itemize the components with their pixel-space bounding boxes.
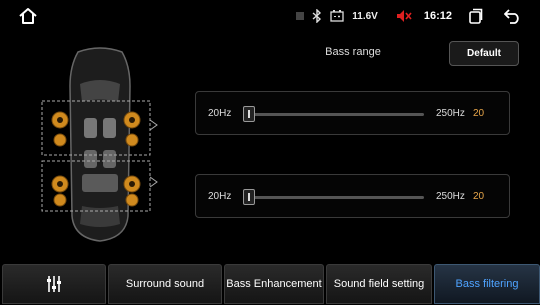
recent-apps-icon[interactable] <box>468 8 484 24</box>
slider-max-label: 250Hz <box>436 108 465 119</box>
default-button[interactable]: Default <box>449 41 519 66</box>
tab-equalizer[interactable] <box>2 264 106 304</box>
home-icon[interactable] <box>18 6 38 26</box>
slider-value: 20 <box>473 108 485 119</box>
slider-value: 20 <box>473 191 485 202</box>
tab-surround-sound[interactable]: Surround sound <box>108 264 222 304</box>
slider-thumb[interactable] <box>243 189 255 205</box>
clock: 16:12 <box>423 10 452 22</box>
signal-icon <box>296 12 305 20</box>
slider-thumb[interactable] <box>243 106 255 122</box>
bass-range-title: Bass range <box>325 46 381 58</box>
slider-min-label: 20Hz <box>208 191 232 202</box>
bass-range-slider-1: 20Hz 250Hz 20 <box>195 91 510 135</box>
tab-bass-enhancement[interactable]: Bass Enhancement <box>224 264 324 304</box>
tab-sound-field-setting[interactable]: Sound field setting <box>326 264 432 304</box>
tab-bass-filtering[interactable]: Bass filtering <box>434 264 540 304</box>
slider-track[interactable] <box>246 113 424 116</box>
status-bar: 11.6V 16:12 <box>0 0 540 32</box>
slider-min-label: 20Hz <box>208 108 232 119</box>
bottom-tab-bar: Surround sound Bass Enhancement Sound fi… <box>0 264 540 305</box>
slider-max-label: 250Hz <box>436 191 465 202</box>
back-icon[interactable] <box>504 8 522 24</box>
equalizer-icon <box>47 276 61 292</box>
battery-voltage: 11.6V <box>352 10 378 22</box>
slider-track[interactable] <box>246 196 424 199</box>
bass-range-slider-2: 20Hz 250Hz 20 <box>195 174 510 218</box>
bluetooth-icon <box>312 9 322 23</box>
battery-icon <box>330 10 344 22</box>
mute-icon <box>396 9 412 23</box>
car-speaker-diagram <box>38 46 162 244</box>
